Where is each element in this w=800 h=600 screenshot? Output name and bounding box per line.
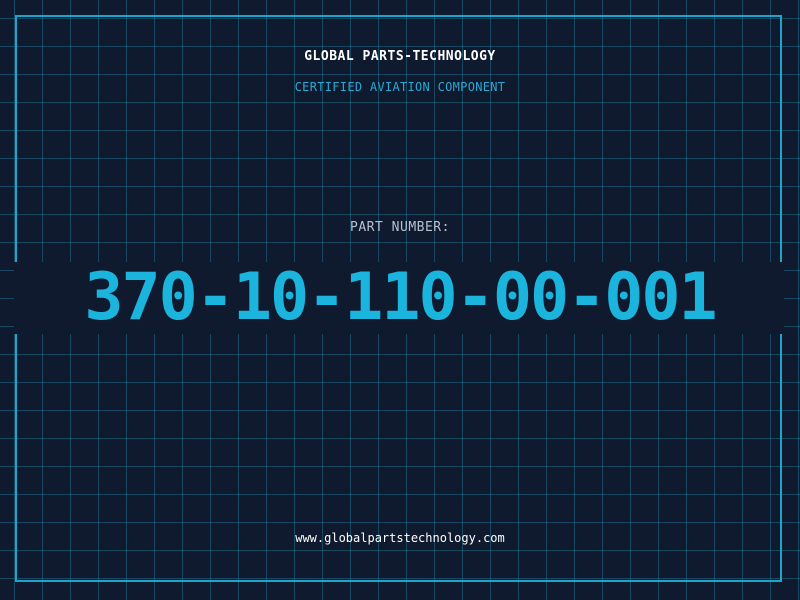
website-url[interactable]: www.globalpartstechnology.com [0,531,800,545]
part-number-label: PART NUMBER: [350,220,450,235]
certificate-page: GLOBAL PARTS-TECHNOLOGY CERTIFIED AVIATI… [0,0,800,600]
part-number-value: 370-10-110-00-001 [84,260,717,335]
certification-subtitle: CERTIFIED AVIATION COMPONENT [294,80,506,94]
company-name: GLOBAL PARTS-TECHNOLOGY [304,49,496,64]
